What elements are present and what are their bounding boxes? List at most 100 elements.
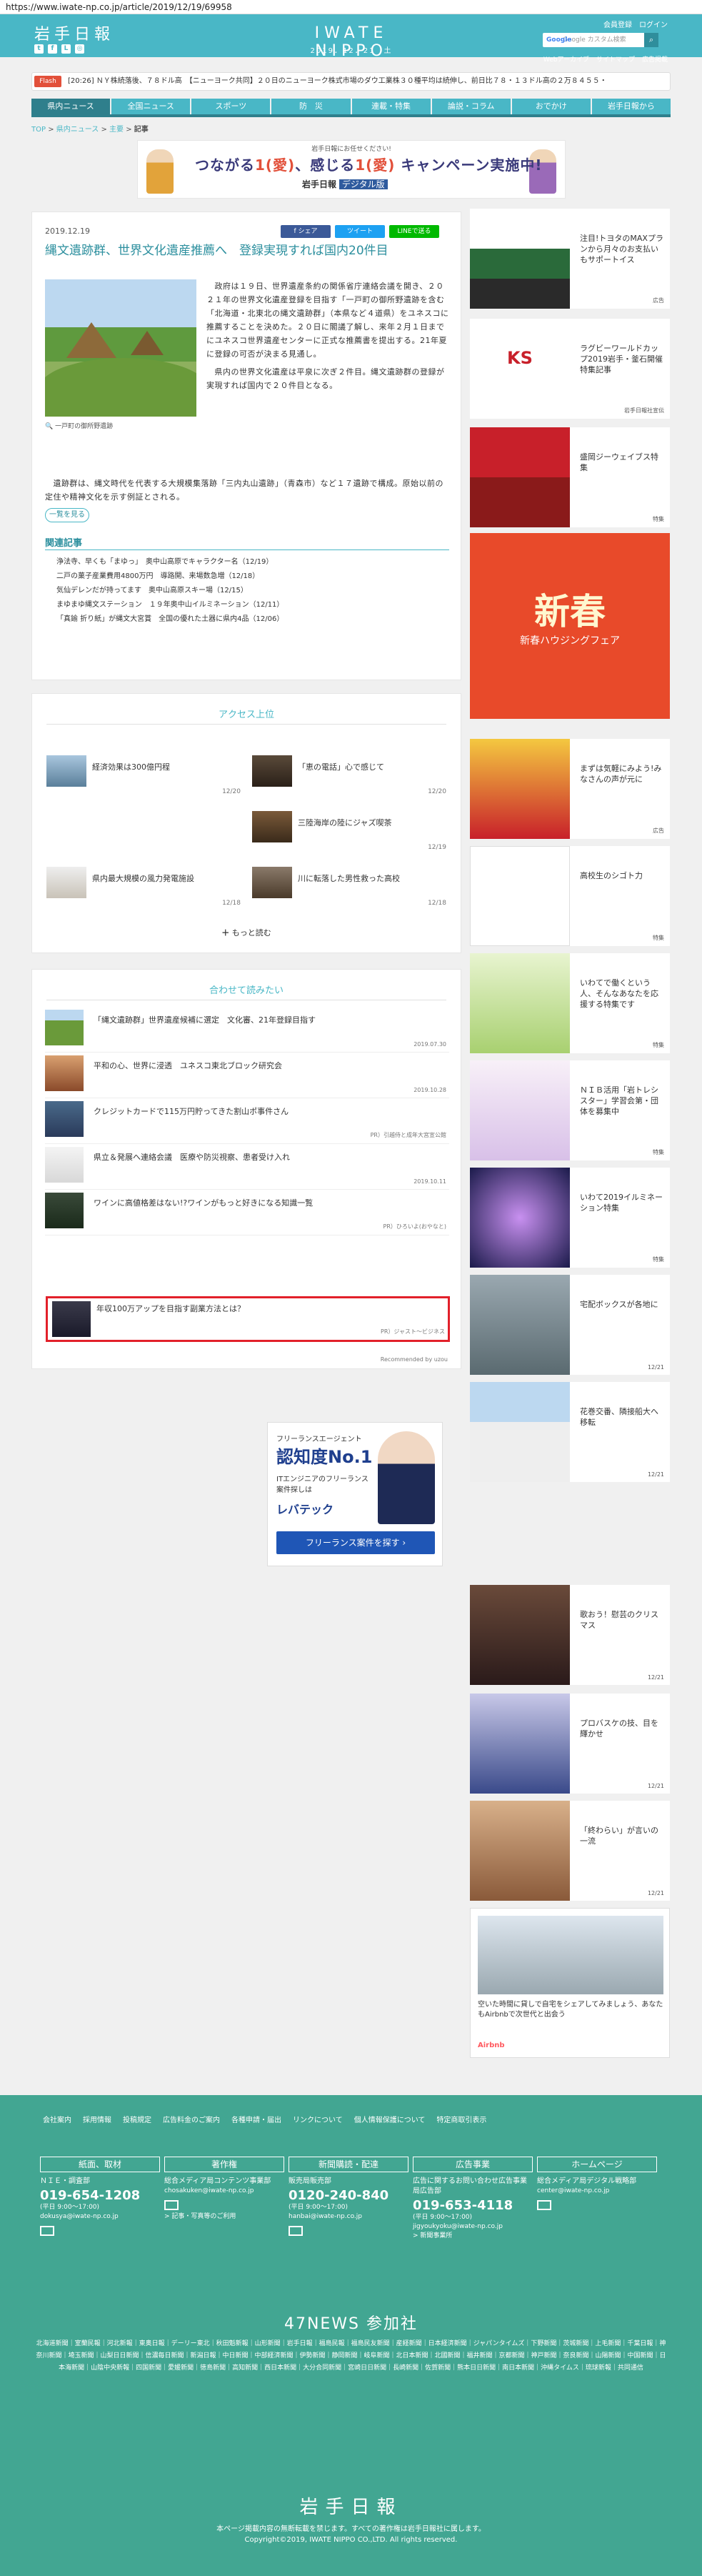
campaign-banner[interactable]: 岩手日報にお任せください! つながる1(愛)、感じる1(愛) キャンペーン実施中… bbox=[137, 140, 566, 199]
mail-icon[interactable] bbox=[40, 2226, 54, 2236]
nav-from-nippo[interactable]: 岩手日報から bbox=[591, 99, 671, 114]
related-item[interactable]: 浄法寺、早くも「まゆっ」 奥中山高原でキャラクター名（12/19） bbox=[56, 555, 449, 570]
recommend-item-highlighted[interactable]: 年収100万アップを目指す副業方法とは？ PR）ジャスト〜ビジネス bbox=[46, 1296, 450, 1342]
sidebar-item[interactable]: 花巻交番、隣接船大へ移転 12/21 bbox=[470, 1382, 670, 1482]
footer-mail[interactable]: jigyoukyoku@iwate-np.co.jp bbox=[413, 2222, 533, 2232]
search-box[interactable]: Google Google カスタム検索 ⌕ bbox=[543, 33, 658, 47]
crumb-top[interactable]: TOP bbox=[31, 126, 46, 134]
ranking-item[interactable]: 「恵の電話」心で感じて 12/20 bbox=[252, 755, 446, 798]
footer-contact-subscription: 新聞購読・配達 販売局販売部 0120-240-840 (平日 9:00〜17:… bbox=[289, 2157, 408, 2264]
footer-mail[interactable]: chosakuken@iwate-np.co.jp bbox=[164, 2187, 284, 2196]
url-bar[interactable]: https://www.iwate-np.co.jp/article/2019/… bbox=[0, 0, 702, 14]
sidebar-item-title: 歌おう！慰芸のクリスマス bbox=[580, 1610, 658, 1630]
tweet-button[interactable]: ツイート bbox=[335, 225, 385, 238]
article-photo[interactable] bbox=[45, 279, 196, 417]
freelance-ad[interactable]: フリーランスエージェント 認知度No.1 ITエンジニアのフリーランス案件探しは… bbox=[267, 1422, 443, 1566]
related-title: 関連記事 bbox=[45, 538, 83, 549]
footer-link[interactable]: 投稿規定 bbox=[123, 2114, 151, 2124]
sidebar-item[interactable]: KS ラグビーワールドカップ2019岩手・釜石開催特集記事 岩手日報社宣伝 bbox=[470, 319, 670, 419]
housing-fair-ad[interactable]: 新春 新春ハウジングフェア bbox=[470, 533, 670, 719]
footer-link[interactable]: 個人情報保護について bbox=[354, 2114, 426, 2124]
list-button[interactable]: 一覧を見る bbox=[45, 508, 89, 522]
airbnb-ad[interactable]: 空いた時間に貸しで自宅をシェアしてみましょう、あなたもAirbnbで次世代と出会… bbox=[470, 1908, 670, 2058]
footer-mail[interactable]: hanbai@iwate-np.co.jp bbox=[289, 2212, 408, 2222]
flash-news-ticker[interactable]: Flash [20:26] ＮＹ株続落後、７８ドル高 【ニューヨーク共同】２０日… bbox=[31, 72, 671, 91]
mail-icon[interactable] bbox=[537, 2200, 551, 2210]
line-share-button[interactable]: LINEで送る bbox=[389, 225, 439, 238]
sidebar-item-tag: 12/21 bbox=[647, 1674, 664, 1681]
recommend-thumb bbox=[52, 1301, 91, 1337]
footer-logo[interactable]: 岩手日報 bbox=[0, 2492, 702, 2519]
recommend-item[interactable]: 平和の心、世界に浸透 ユネスコ東北ブロック研究会 2019.10.28 bbox=[45, 1055, 449, 1098]
nav-outings[interactable]: おでかけ bbox=[511, 99, 591, 114]
recommend-item-title: 県立＆発展へ連絡会議 医療や防災視察、患者受け入れ bbox=[94, 1153, 290, 1162]
login-link[interactable]: ログイン bbox=[639, 19, 668, 29]
more-link[interactable]: ＋ もっと読む bbox=[32, 927, 461, 938]
recommend-item-title: ワインに高値格差はない!?ワインがもっと好きになる知識一覧 bbox=[94, 1198, 314, 1208]
footer-extra-link[interactable]: > 記事・写真等のご利用 bbox=[164, 2212, 284, 2222]
footer-link[interactable]: 各種申請・届出 bbox=[231, 2114, 281, 2124]
nav-sports[interactable]: スポーツ bbox=[191, 99, 271, 114]
footer-link[interactable]: 会社案内 bbox=[43, 2114, 71, 2124]
sidebar-item[interactable]: いわてで働くという人、そんなあなたを応援する特集です 特集 bbox=[470, 953, 670, 1053]
news47-members[interactable]: 北海道新聞｜室蘭民報｜河北新報｜東奥日報｜デーリー東北｜秋田魁新報｜山形新聞｜岩… bbox=[34, 2338, 668, 2374]
nav-national-news[interactable]: 全国ニュース bbox=[111, 99, 191, 114]
powered-by[interactable]: Recommended by uzou bbox=[381, 1356, 448, 1363]
nav-local-news[interactable]: 県内ニュース bbox=[31, 99, 111, 114]
twitter-icon[interactable]: t bbox=[34, 44, 44, 54]
footer-mail[interactable]: dokusya@iwate-np.co.jp bbox=[40, 2212, 160, 2222]
instagram-icon[interactable]: ◎ bbox=[75, 44, 84, 54]
sidebar-item-title: 注目!トヨタのMAXプランから月々のお支払いもサポートイス bbox=[580, 234, 663, 264]
footer-extra-link[interactable]: > 新聞事業所 bbox=[413, 2232, 533, 2241]
ranking-item[interactable]: 経済効果は300億円程 12/20 bbox=[46, 755, 241, 798]
ranking-item[interactable]: 三陸海岸の陸にジャズ喫茶 12/19 bbox=[252, 811, 446, 854]
recommend-thumb bbox=[45, 1010, 84, 1045]
sidebar-item[interactable]: いわて2019イルミネーション特集 特集 bbox=[470, 1168, 670, 1268]
related-item[interactable]: 「真鍮 折り紙」が縄文大宮賞 全国の優れた土器に県内4品（12/06） bbox=[56, 612, 449, 627]
recommend-item[interactable]: ワインに高値格差はない!?ワインがもっと好きになる知識一覧 PR）ひろいよ(おや… bbox=[45, 1193, 449, 1235]
sidebar-item[interactable]: 宅配ボックスが各地に 12/21 bbox=[470, 1275, 670, 1375]
sidebar-item[interactable]: ＮＩＢ活用「岩トレシスター」学習会第・団体を募集中 特集 bbox=[470, 1060, 670, 1160]
ranking-item[interactable]: 川に転落した男性救った高校 12/18 bbox=[252, 867, 446, 910]
search-icon[interactable]: ⌕ bbox=[644, 33, 658, 47]
housing-fair-title: 新春 bbox=[534, 591, 606, 632]
site-logo[interactable]: 岩手日報 bbox=[34, 21, 114, 44]
related-item[interactable]: 気仙デレンだが持ってます 奥中山高原スキー場（12/15） bbox=[56, 584, 449, 598]
footer-link[interactable]: 広告料金のご案内 bbox=[163, 2114, 220, 2124]
campaign-brand: 岩手日報 デジタル版 bbox=[302, 178, 388, 190]
line-icon[interactable]: L bbox=[61, 44, 71, 54]
footer-mail[interactable]: center@iwate-np.co.jp bbox=[537, 2187, 657, 2196]
nav-disaster[interactable]: 防 災 bbox=[271, 99, 351, 114]
facebook-share-button[interactable]: f シェア bbox=[281, 225, 331, 238]
related-item[interactable]: まゆまゆ縄文ステーション １９年奥中山イルミネーション（12/11） bbox=[56, 598, 449, 612]
facebook-icon[interactable]: f bbox=[48, 44, 57, 54]
register-link[interactable]: 会員登録 bbox=[603, 19, 632, 29]
ranking-item[interactable]: 県内最大規模の風力発電施設 12/18 bbox=[46, 867, 241, 910]
nav-series[interactable]: 連載・特集 bbox=[351, 99, 431, 114]
ad-link[interactable]: 広告掲載 bbox=[642, 54, 668, 64]
footer-link[interactable]: 採用情報 bbox=[83, 2114, 111, 2124]
crumb-local[interactable]: 県内ニュース bbox=[56, 126, 99, 134]
footer-link[interactable]: 特定商取引表示 bbox=[436, 2114, 486, 2124]
flash-text[interactable]: [20:26] ＮＹ株続落後、７８ドル高 【ニューヨーク共同】２０日のニューヨー… bbox=[68, 73, 653, 90]
recommend-item[interactable]: 「縄文遺跡群」世界遺産候補に選定 文化審、21年登録目指す 2019.07.30 bbox=[45, 1010, 449, 1053]
account-links: 会員登録 ログイン bbox=[603, 19, 668, 29]
sidebar-item[interactable]: 高校生のシゴト力 特集 bbox=[470, 846, 670, 946]
sidebar-ad[interactable]: まずは気軽にみよう!みなさんの声が元に 広告 bbox=[470, 739, 670, 839]
sidebar-item[interactable]: 「終わらい」が言いの一流 12/21 bbox=[470, 1801, 670, 1901]
crumb-main[interactable]: 主要 bbox=[109, 126, 124, 134]
mail-icon[interactable] bbox=[164, 2200, 179, 2210]
sidebar-item[interactable]: プロバスケの技、目を輝かせ 12/21 bbox=[470, 1694, 670, 1794]
related-item[interactable]: 二戸の菓子産業費用4800万円 導路開、来場数急増（12/18） bbox=[56, 570, 449, 584]
recommend-item[interactable]: クレジットカードで115万円貯ってきた割山ポ事件さん PR）引越侍と成年大宮宣公… bbox=[45, 1101, 449, 1144]
mail-icon[interactable] bbox=[289, 2226, 303, 2236]
ad-cta-button[interactable]: フリーランス案件を探す › bbox=[276, 1531, 435, 1554]
recommend-item[interactable]: 県立＆発展へ連絡会議 医療や防災視察、患者受け入れ 2019.10.11 bbox=[45, 1147, 449, 1190]
nav-columns[interactable]: 論説・コラム bbox=[431, 99, 511, 114]
sidebar-ad[interactable]: 注目!トヨタのMAXプランから月々のお支払いもサポートイス 広告 bbox=[470, 209, 670, 309]
sidebar-item[interactable]: 歌おう！慰芸のクリスマス 12/21 bbox=[470, 1585, 670, 1685]
sitemap-link[interactable]: サイトマップ bbox=[596, 54, 635, 64]
footer-link[interactable]: リンクについて bbox=[293, 2114, 343, 2124]
archive-link[interactable]: Webアーカイブ bbox=[543, 54, 589, 64]
sidebar-item[interactable]: 盛岡ジーウェイブス特集 特集 bbox=[470, 427, 670, 527]
